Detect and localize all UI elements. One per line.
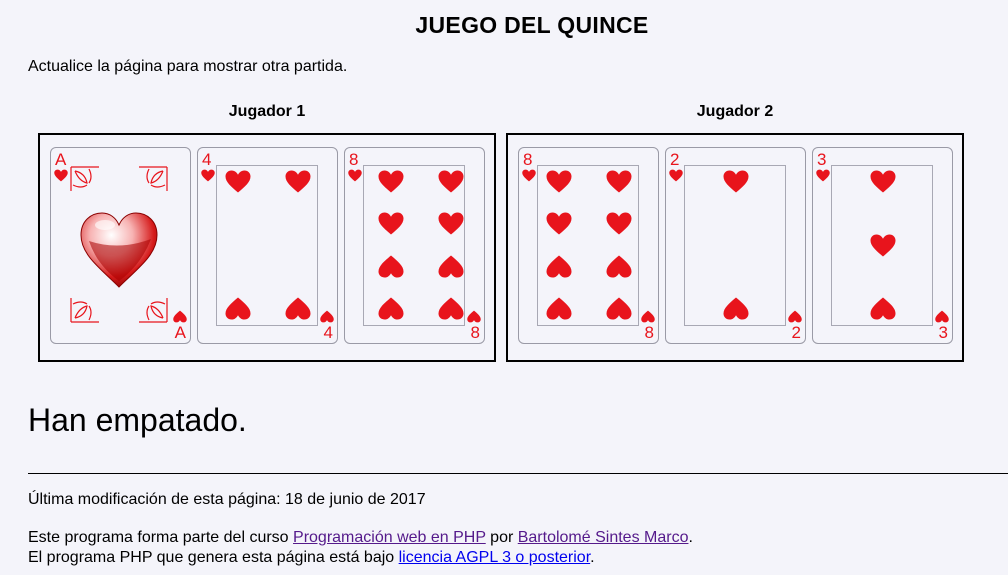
card-8-hearts: 8 8 [518, 147, 659, 344]
card-rank: 4 [202, 150, 212, 169]
page-title: JUEGO DEL QUINCE [415, 12, 649, 38]
course-link[interactable]: Programación web en PHP [293, 529, 486, 546]
heart-icon [438, 212, 464, 235]
heart-icon [438, 170, 464, 193]
heart-icon [723, 170, 749, 193]
last-modified: Última modificación de esta página: 18 d… [28, 491, 426, 508]
heart-icon [173, 310, 187, 323]
heart-icon [348, 169, 362, 182]
card-rank: 3 [817, 150, 827, 169]
card-rank: A [55, 150, 67, 169]
footer: Este programa forma parte del curso Prog… [28, 528, 693, 568]
card-rank: 3 [938, 323, 948, 342]
player-1-hand: A A 4 4 8 8 [38, 133, 496, 362]
heart-icon [788, 310, 802, 323]
heart-icon [870, 170, 896, 193]
footer-text: por [485, 529, 518, 546]
card-rank: 2 [791, 323, 801, 342]
heart-icon [870, 234, 896, 257]
heart-icon [225, 170, 251, 193]
player-2-label: Jugador 2 [696, 103, 774, 120]
card-8-hearts: 8 8 [344, 147, 485, 344]
card-pips [831, 165, 933, 326]
heart-icon [935, 310, 949, 323]
heart-icon [546, 170, 572, 193]
card-rank: 8 [644, 323, 654, 342]
heart-icon [225, 297, 251, 320]
card-pips [363, 165, 465, 326]
heart-icon [54, 169, 68, 182]
card-pips [216, 165, 318, 326]
instruction-text: Actualice la página para mostrar otra pa… [28, 58, 348, 75]
card-pips [537, 165, 639, 326]
license-link[interactable]: licencia AGPL 3 o posterior [399, 549, 591, 566]
ornate-heart-icon [70, 166, 168, 323]
heart-icon [606, 170, 632, 193]
player-2-hand: 8 8 2 2 3 3 [506, 133, 964, 362]
heart-icon [606, 297, 632, 320]
card-rank: A [174, 323, 186, 342]
card-rank: 8 [523, 150, 533, 169]
heart-icon [378, 212, 404, 235]
card-ace-hearts: A A [50, 147, 191, 344]
footer-text: . [688, 529, 693, 546]
heart-icon [546, 255, 572, 278]
heart-icon [438, 297, 464, 320]
heart-icon [201, 169, 215, 182]
heart-icon [669, 169, 683, 182]
card-pips [684, 165, 786, 326]
heart-icon [378, 170, 404, 193]
heart-icon [816, 169, 830, 182]
heart-icon [320, 310, 334, 323]
ace-artwork [69, 165, 171, 326]
card-rank: 2 [670, 150, 680, 169]
card-2-hearts: 2 2 [665, 147, 806, 344]
footer-line-1: Este programa forma parte del curso Prog… [28, 528, 693, 548]
heart-icon [723, 297, 749, 320]
heart-icon [522, 169, 536, 182]
author-link[interactable]: Bartolomé Sintes Marco [518, 529, 689, 546]
divider [28, 473, 1008, 474]
game-result: Han empatado. [28, 402, 247, 438]
player-1-label: Jugador 1 [228, 103, 306, 120]
heart-icon [641, 310, 655, 323]
heart-icon [285, 297, 311, 320]
heart-icon [546, 297, 572, 320]
card-4-hearts: 4 4 [197, 147, 338, 344]
heart-icon [378, 255, 404, 278]
card-rank: 8 [349, 150, 359, 169]
heart-icon [606, 255, 632, 278]
heart-icon [378, 297, 404, 320]
footer-text: . [590, 549, 595, 566]
card-rank: 4 [323, 323, 333, 342]
heart-icon [285, 170, 311, 193]
heart-icon [606, 212, 632, 235]
footer-text: El programa PHP que genera esta página e… [28, 549, 399, 566]
heart-icon [438, 255, 464, 278]
card-3-hearts: 3 3 [812, 147, 953, 344]
heart-icon [546, 212, 572, 235]
heart-icon [870, 297, 896, 320]
card-rank: 8 [470, 323, 480, 342]
footer-text: Este programa forma parte del curso [28, 529, 294, 546]
footer-line-2: El programa PHP que genera esta página e… [28, 548, 693, 568]
heart-icon [467, 310, 481, 323]
